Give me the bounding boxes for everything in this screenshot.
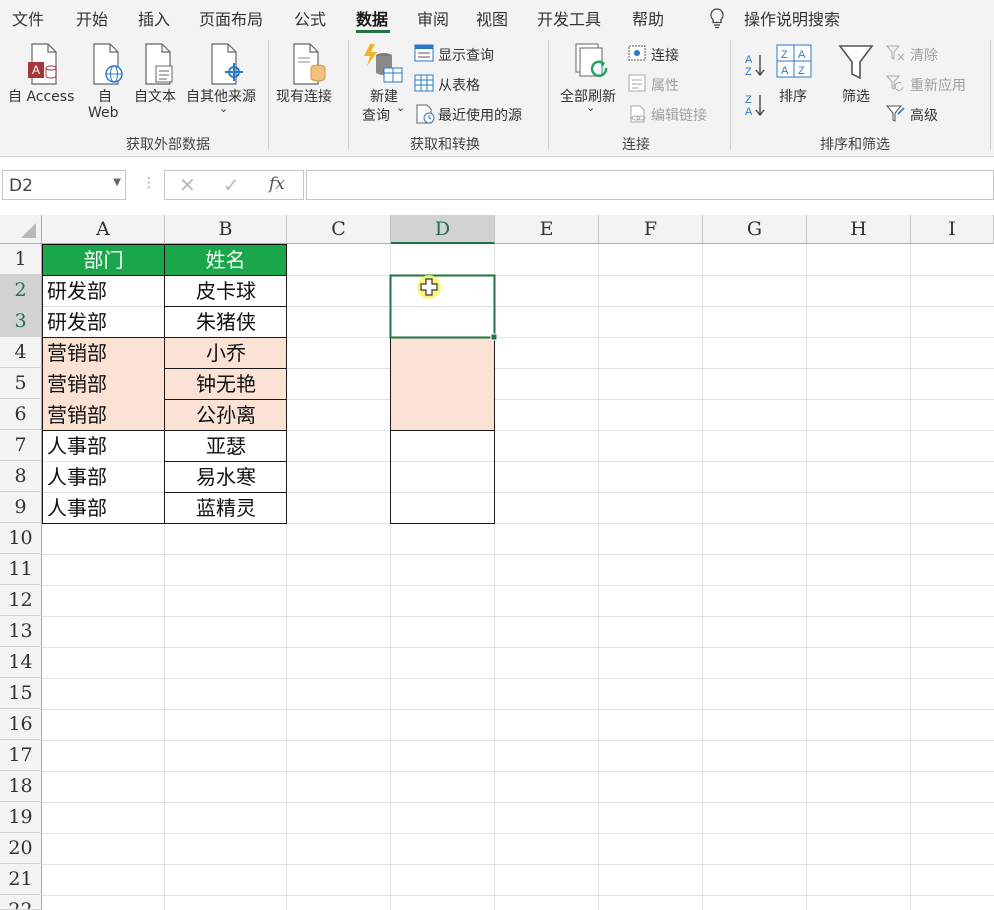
ribbon-separator bbox=[548, 40, 549, 150]
show-queries-icon bbox=[414, 44, 434, 62]
connections-icon bbox=[628, 45, 646, 61]
table-borders bbox=[42, 274, 498, 524]
tab-insert[interactable]: 插入 bbox=[138, 6, 170, 30]
group-label-get-transform: 获取和转换 bbox=[410, 137, 480, 153]
svg-text:A: A bbox=[798, 49, 806, 61]
properties-icon bbox=[628, 74, 646, 92]
ribbon: A 自 Access 自 Web 自文本 自其他来源 ⌄ 现有连接 获取外部数据… bbox=[0, 34, 994, 157]
drag-handle-icon[interactable]: ⋮ bbox=[142, 175, 156, 191]
group-label-sort-filter: 排序和筛选 bbox=[820, 137, 890, 153]
svg-text:A: A bbox=[745, 54, 753, 66]
tab-file[interactable]: 文件 bbox=[12, 6, 44, 30]
dropdown-arrow-icon[interactable]: ▼ bbox=[113, 177, 121, 188]
check-icon[interactable]: ✓ bbox=[223, 173, 240, 197]
reapply-icon bbox=[886, 75, 904, 91]
selection-rectangle[interactable] bbox=[389, 274, 496, 339]
lightbulb-icon bbox=[710, 8, 724, 29]
formula-input[interactable] bbox=[306, 170, 994, 200]
refresh-all-icon bbox=[575, 43, 608, 77]
ribbon-separator bbox=[730, 40, 731, 150]
tab-help[interactable]: 帮助 bbox=[632, 6, 664, 30]
new-query-icon bbox=[364, 44, 403, 83]
formula-buttons: ✕ ✓ fx bbox=[164, 170, 304, 200]
table-icon bbox=[414, 74, 434, 92]
tab-home[interactable]: 开始 bbox=[76, 6, 108, 30]
svg-text:Z: Z bbox=[798, 65, 805, 77]
clear-filter-icon bbox=[886, 45, 905, 61]
fill-handle[interactable] bbox=[490, 333, 498, 341]
name-box[interactable]: D2 ▼ bbox=[2, 170, 126, 200]
worksheet-grid[interactable]: A B C D E F G H I 1 2 3 4 5 6 7 8 9 10 1… bbox=[0, 215, 994, 910]
existing-connections-icon bbox=[293, 43, 326, 85]
web-globe-icon bbox=[93, 43, 123, 85]
tab-view[interactable]: 视图 bbox=[476, 6, 508, 30]
ribbon-separator bbox=[990, 40, 991, 150]
recent-sources-icon bbox=[416, 104, 435, 124]
tab-formulas[interactable]: 公式 bbox=[294, 6, 326, 30]
svg-text:A: A bbox=[781, 65, 789, 77]
tab-developer[interactable]: 开发工具 bbox=[537, 6, 601, 30]
funnel-icon bbox=[838, 45, 874, 80]
ribbon-separator bbox=[348, 40, 349, 150]
sort-descending-icon: Z A bbox=[745, 94, 765, 118]
svg-text:A: A bbox=[745, 106, 753, 118]
edit-links-icon bbox=[630, 105, 646, 123]
chevron-down-icon: ⌄ bbox=[219, 102, 229, 115]
svg-text:Z: Z bbox=[781, 49, 788, 61]
svg-text:A: A bbox=[32, 63, 40, 77]
group-label-get-external-data: 获取外部数据 bbox=[126, 137, 210, 153]
svg-text:Z: Z bbox=[745, 66, 752, 78]
advanced-filter-icon bbox=[886, 105, 905, 122]
tab-review[interactable]: 审阅 bbox=[417, 6, 449, 30]
text-file-icon bbox=[145, 43, 173, 85]
tell-me-search[interactable]: 操作说明搜索 bbox=[744, 6, 840, 30]
insert-function-icon[interactable]: fx bbox=[269, 174, 285, 194]
active-tab-indicator bbox=[356, 30, 390, 33]
access-file-icon: A bbox=[28, 43, 57, 85]
group-label-connections: 连接 bbox=[622, 137, 650, 153]
other-sources-icon bbox=[211, 43, 243, 85]
chevron-down-icon: ⌄ bbox=[586, 101, 596, 114]
formula-bar: D2 ▼ ⋮ ✕ ✓ fx bbox=[0, 157, 994, 215]
ribbon-separator bbox=[268, 40, 269, 150]
tab-data[interactable]: 数据 bbox=[356, 6, 388, 30]
tab-page-layout[interactable]: 页面布局 bbox=[199, 6, 263, 30]
sort-ascending-icon: A Z bbox=[745, 54, 765, 78]
sort-icon: Z A A Z bbox=[776, 44, 812, 78]
svg-text:Z: Z bbox=[745, 94, 752, 106]
chevron-down-icon: ⌄ bbox=[396, 101, 406, 114]
cancel-icon[interactable]: ✕ bbox=[179, 173, 196, 197]
menu-tab-bar: 文件 开始 插入 页面布局 公式 数据 审阅 视图 开发工具 帮助 操作说明搜索 bbox=[0, 0, 994, 34]
